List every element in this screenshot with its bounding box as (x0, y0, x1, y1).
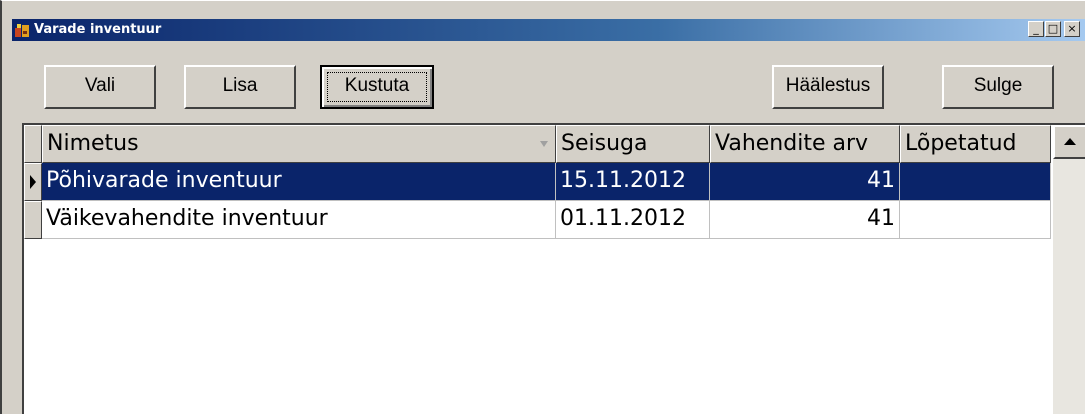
cell-vahendite-arv[interactable]: 41 (710, 163, 900, 201)
column-header-vahendite-arv[interactable]: Vahendite arv (710, 125, 900, 163)
cell-lopetatud[interactable] (900, 201, 1051, 239)
cell-nimetus[interactable]: Väikevahendite inventuur (42, 201, 556, 239)
lisa-button[interactable]: Lisa (184, 65, 296, 109)
column-header-nimetus[interactable]: Nimetus (42, 125, 556, 163)
haalestus-button-label: Häälestus (785, 75, 871, 96)
column-header-label: Vahendite arv (715, 131, 869, 156)
cell-seisuga[interactable]: 15.11.2012 (556, 163, 710, 201)
inventory-grid[interactable]: Nimetus Seisuga Vahendite arv Lõpetatud (22, 123, 1085, 414)
kustuta-button-label: Kustuta (344, 75, 410, 96)
window-title: Varade inventuur (34, 22, 162, 37)
inventory-window: Varade inventuur _ □ × Vali Lisa Kustuta… (0, 0, 1085, 414)
row-indicator (24, 163, 42, 201)
current-row-arrow-icon (30, 175, 36, 189)
sort-arrow-icon (540, 141, 548, 147)
scroll-up-button[interactable] (1053, 125, 1085, 159)
cell-nimetus[interactable]: Põhivarade inventuur (42, 163, 556, 201)
cell-lopetatud[interactable] (900, 163, 1051, 201)
close-button[interactable]: × (1064, 21, 1080, 37)
vali-button-label: Vali (84, 75, 116, 96)
row-indicator (24, 201, 42, 239)
title-bar[interactable]: Varade inventuur _ □ × (12, 19, 1085, 41)
column-header-label: Nimetus (47, 131, 139, 156)
column-header-label: Seisuga (561, 131, 648, 156)
column-header-lopetatud[interactable]: Lõpetatud (900, 125, 1051, 163)
scroll-up-arrow-icon (1064, 138, 1076, 145)
maximize-button[interactable]: □ (1045, 21, 1061, 37)
toolbar: Vali Lisa Kustuta Häälestus Sulge (12, 41, 1085, 123)
cell-seisuga[interactable]: 01.11.2012 (556, 201, 710, 239)
vertical-scrollbar[interactable] (1053, 125, 1085, 414)
cell-vahendite-arv[interactable]: 41 (710, 201, 900, 239)
sulge-button[interactable]: Sulge (942, 65, 1054, 109)
kustuta-button[interactable]: Kustuta (320, 65, 434, 109)
vali-button[interactable]: Vali (44, 65, 156, 109)
column-header-label: Lõpetatud (905, 131, 1017, 156)
app-icon (15, 24, 29, 37)
haalestus-button[interactable]: Häälestus (772, 65, 884, 109)
minimize-button[interactable]: _ (1028, 21, 1044, 37)
header-indicator-cell (24, 125, 42, 163)
lisa-button-label: Lisa (222, 75, 258, 96)
sulge-button-label: Sulge (973, 75, 1023, 96)
column-header-seisuga[interactable]: Seisuga (556, 125, 710, 163)
